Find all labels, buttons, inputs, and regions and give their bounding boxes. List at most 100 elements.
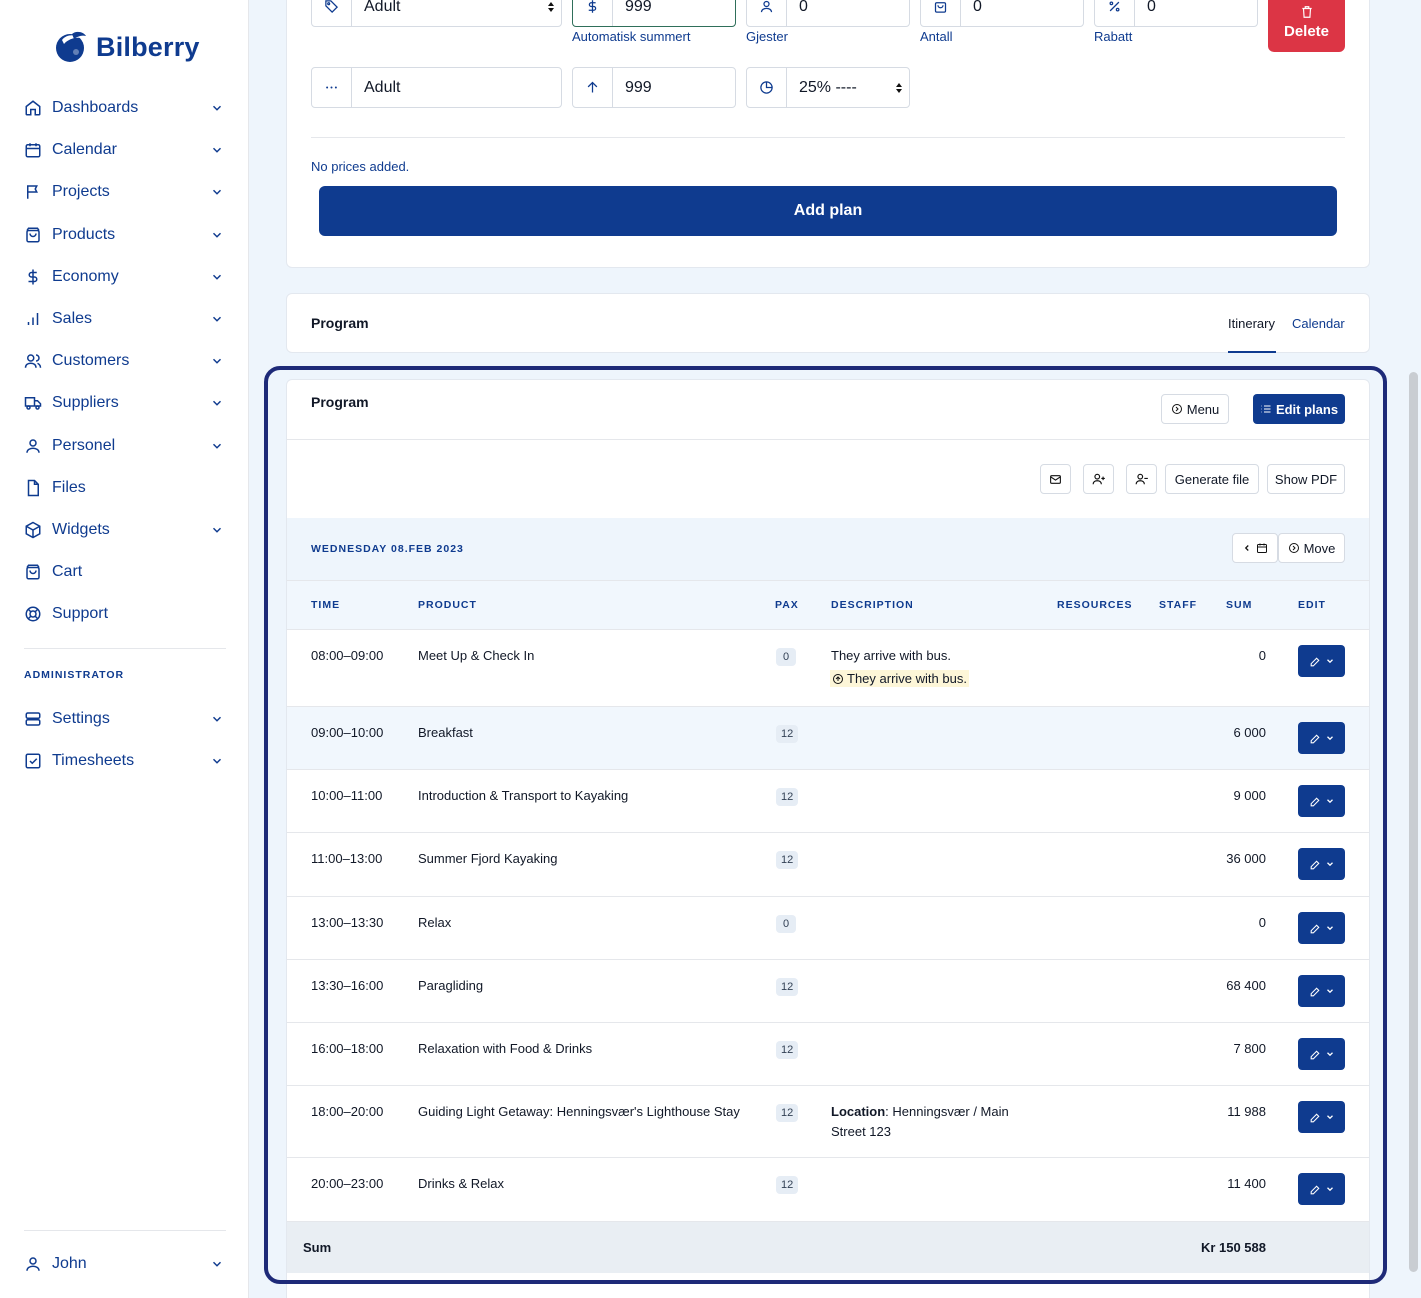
tab-calendar[interactable]: Calendar <box>1292 316 1345 331</box>
sidebar-item-suppliers[interactable]: Suppliers <box>24 382 226 424</box>
row-pax: 12 <box>776 1041 799 1059</box>
sidebar-item-projects[interactable]: Projects <box>24 171 226 213</box>
category-value: Adult <box>364 0 401 15</box>
scrollbar-thumb[interactable] <box>1409 372 1418 1272</box>
quantity-input[interactable]: 0 <box>920 0 1084 27</box>
row-edit-button[interactable] <box>1298 848 1345 880</box>
row-pax: 12 <box>776 978 799 996</box>
chevron-down-icon <box>1326 1052 1333 1057</box>
discount-input[interactable]: 0 <box>1094 0 1258 27</box>
category-select[interactable]: Adult <box>311 0 562 27</box>
row-edit-button[interactable] <box>1298 975 1345 1007</box>
mail-icon <box>1050 474 1061 484</box>
row-product[interactable]: Relax <box>418 915 451 930</box>
row-edit-button[interactable] <box>1298 645 1345 677</box>
row-product[interactable]: Guiding Light Getaway: Henningsvær's Lig… <box>418 1104 740 1119</box>
guests-input[interactable]: 0 <box>746 0 910 27</box>
sidebar-item-label: Projects <box>52 183 110 201</box>
row-time: 09:00–10:00 <box>311 725 384 740</box>
no-prices-text: No prices added. <box>311 159 410 174</box>
sidebar-item-label: Dashboards <box>52 99 139 117</box>
user-menu-button[interactable]: John <box>24 1243 226 1285</box>
row-product[interactable]: Paragliding <box>418 978 483 993</box>
edit-icon <box>1310 923 1320 933</box>
chevron-down-icon <box>212 527 222 533</box>
row-edit-button[interactable] <box>1298 912 1345 944</box>
sidebar-item-products[interactable]: Products <box>24 214 226 256</box>
row-edit-button[interactable] <box>1298 1038 1345 1070</box>
sidebar-item-calendar[interactable]: Calendar <box>24 129 226 171</box>
row-time: 20:00–23:00 <box>311 1176 384 1191</box>
move-button[interactable]: Move <box>1278 533 1345 563</box>
tab-itinerary[interactable]: Itinerary <box>1228 316 1275 331</box>
row-pax: 12 <box>776 725 799 743</box>
calendar-icon <box>24 141 42 159</box>
sidebar-item-label: Cart <box>52 563 83 581</box>
row-sum: 11 400 <box>1227 1176 1266 1191</box>
sidebar-item-files[interactable]: Files <box>24 467 226 509</box>
flag-icon <box>24 183 42 201</box>
add-guest-button[interactable] <box>1083 464 1114 494</box>
program-header-title: Program <box>311 315 369 331</box>
email-button[interactable] <box>1040 464 1071 494</box>
row-time: 10:00–11:00 <box>311 788 383 803</box>
price-input[interactable]: 999 <box>572 0 736 27</box>
tag-icon <box>312 0 352 26</box>
row-edit-button[interactable] <box>1298 1173 1345 1205</box>
sidebar-item-label: Personel <box>52 436 116 454</box>
sidebar-item-sales[interactable]: Sales <box>24 298 226 340</box>
lifebuoy-icon <box>24 605 42 623</box>
row-edit-button[interactable] <box>1298 1101 1345 1133</box>
row-product[interactable]: Breakfast <box>418 725 473 740</box>
quantity-value: 0 <box>973 0 982 15</box>
price-input-2[interactable]: 999 <box>572 67 736 108</box>
remove-guest-button[interactable] <box>1126 464 1157 494</box>
program-header-card <box>286 293 1370 353</box>
row-sum: 68 400 <box>1226 978 1266 993</box>
edit-icon <box>1310 796 1320 806</box>
sidebar-item-timesheets[interactable]: Timesheets <box>24 740 226 782</box>
sidebar-item-dashboards[interactable]: Dashboards <box>24 87 226 129</box>
sidebar-item-economy[interactable]: Economy <box>24 256 226 298</box>
sidebar-item-widgets[interactable]: Widgets <box>24 509 226 551</box>
row-edit-button[interactable] <box>1298 785 1345 817</box>
row-product[interactable]: Relaxation with Food & Drinks <box>418 1041 592 1056</box>
percent-icon <box>1095 0 1135 26</box>
generate-file-button[interactable]: Generate file <box>1165 464 1259 494</box>
add-plan-button[interactable]: Add plan <box>319 186 1337 236</box>
row-sum: 0 <box>1258 648 1266 663</box>
chevron-down-icon <box>212 716 222 722</box>
dollar-icon <box>24 268 42 286</box>
sidebar-divider <box>24 1230 226 1231</box>
sidebar-item-personel[interactable]: Personel <box>24 425 226 467</box>
row-time: 08:00–09:00 <box>311 648 384 663</box>
logo[interactable]: Bilberry <box>54 30 200 64</box>
bag-icon <box>921 0 961 26</box>
sidebar-item-support[interactable]: Support <box>24 593 226 635</box>
sidebar-item-label: Calendar <box>52 141 117 159</box>
sidebar-item-label: Sales <box>52 310 93 328</box>
show-pdf-button[interactable]: Show PDF <box>1267 464 1345 494</box>
row-product[interactable]: Introduction & Transport to Kayaking <box>418 788 628 803</box>
row-product[interactable]: Drinks & Relax <box>418 1176 504 1191</box>
home-icon <box>24 99 42 117</box>
vat-select[interactable]: 25% ---- <box>746 67 910 108</box>
edit-icon <box>1310 859 1320 869</box>
sidebar-item-settings[interactable]: Settings <box>24 698 226 740</box>
category-select-2[interactable]: Adult <box>311 67 562 108</box>
row-sum: 9 000 <box>1233 788 1266 803</box>
edit-plans-button[interactable]: Edit plans <box>1253 394 1345 424</box>
previous-day-button[interactable] <box>1232 533 1278 563</box>
select-arrows-icon <box>889 68 909 107</box>
row-product[interactable]: Summer Fjord Kayaking <box>418 851 557 866</box>
discount-value: 0 <box>1147 0 1156 15</box>
guests-value: 0 <box>799 0 808 15</box>
row-product[interactable]: Meet Up & Check In <box>418 648 534 663</box>
sidebar-item-cart[interactable]: Cart <box>24 551 226 593</box>
delete-button[interactable]: Delete <box>1268 0 1345 52</box>
row-edit-button[interactable] <box>1298 722 1345 754</box>
sidebar-item-customers[interactable]: Customers <box>24 340 226 382</box>
user-icon <box>747 0 787 26</box>
menu-button[interactable]: Menu <box>1161 394 1229 424</box>
price-value: 999 <box>625 78 652 96</box>
